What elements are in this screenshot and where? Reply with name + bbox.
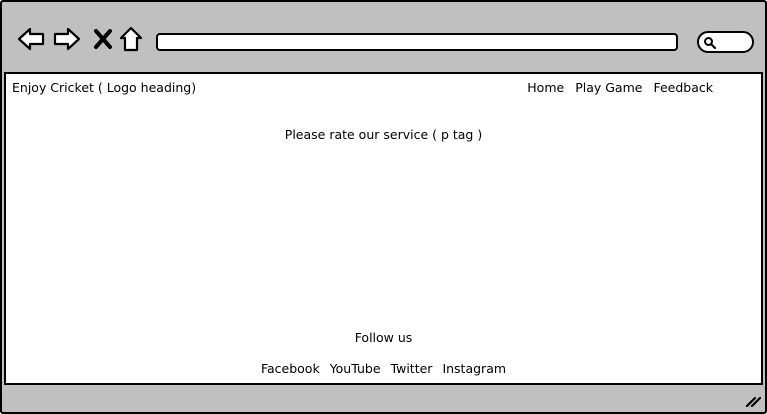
nav-link-play-game[interactable]: Play Game <box>575 80 642 95</box>
browser-search-field[interactable] <box>697 31 754 53</box>
social-link-instagram[interactable]: Instagram <box>442 361 506 376</box>
browser-window: Enjoy Cricket ( Logo heading) Home Play … <box>0 0 767 414</box>
resize-grip-icon[interactable] <box>745 394 761 408</box>
search-icon <box>704 37 716 49</box>
rate-service-text: Please rate our service ( p tag ) <box>284 127 483 142</box>
social-links: Facebook YouTube Twitter Instagram <box>6 361 761 376</box>
home-icon[interactable] <box>116 24 146 54</box>
logo-heading[interactable]: Enjoy Cricket ( Logo heading) <box>12 80 196 95</box>
nav-link-home[interactable]: Home <box>527 80 564 95</box>
status-bar <box>2 386 765 412</box>
back-arrow-icon[interactable] <box>16 24 46 54</box>
close-x-icon[interactable] <box>88 24 118 54</box>
nav-menu: Home Play Game Feedback <box>527 80 713 95</box>
social-link-facebook[interactable]: Facebook <box>261 361 320 376</box>
nav-link-feedback[interactable]: Feedback <box>653 80 713 95</box>
follow-us-heading: Follow us <box>354 330 413 345</box>
page-viewport: Enjoy Cricket ( Logo heading) Home Play … <box>4 72 763 385</box>
browser-toolbar <box>2 2 765 72</box>
social-link-twitter[interactable]: Twitter <box>391 361 433 376</box>
forward-arrow-icon[interactable] <box>52 24 82 54</box>
address-bar[interactable] <box>156 33 678 51</box>
social-link-youtube[interactable]: YouTube <box>330 361 381 376</box>
